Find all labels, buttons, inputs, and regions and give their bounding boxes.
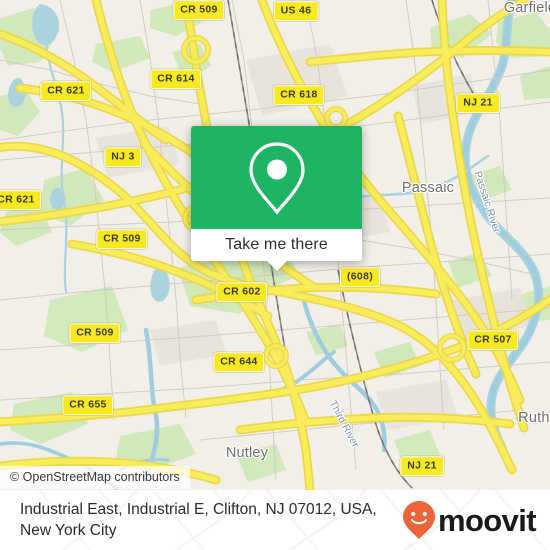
moovit-pin-icon: [402, 501, 435, 539]
moovit-logo[interactable]: moovit: [402, 500, 537, 540]
road-shield: NJ 21: [400, 456, 444, 476]
road-shield: (608): [339, 267, 381, 287]
moovit-map-screenshot: GarfieldPassaicNutleyRuthePassaic RiverT…: [0, 0, 550, 550]
road-shield: NJ 21: [456, 93, 500, 113]
address-text: Industrial East, Industrial E, Clifton, …: [20, 499, 377, 541]
map-attribution[interactable]: © OpenStreetMap contributors: [0, 466, 190, 489]
road-shield: CR 621: [0, 190, 42, 210]
road-shield: CR 509: [69, 323, 121, 343]
road-shield: CR 614: [150, 69, 202, 89]
road-shield: CR 655: [62, 395, 114, 415]
road-shield: CR 618: [273, 85, 325, 105]
map-viewport[interactable]: GarfieldPassaicNutleyRuthePassaic RiverT…: [0, 0, 550, 490]
footer-bar: Industrial East, Industrial E, Clifton, …: [0, 490, 550, 550]
road-shield: CR 507: [467, 330, 519, 350]
road-shield: US 46: [273, 1, 319, 21]
callout-footer[interactable]: Take me there: [191, 229, 362, 271]
callout-tail-pointer: [266, 261, 287, 271]
location-pin-icon: [248, 141, 305, 215]
moovit-wordmark: moovit: [437, 502, 537, 538]
address-line-1: Industrial East, Industrial E, Clifton, …: [20, 501, 377, 518]
road-shield: CR 621: [40, 81, 92, 101]
road-shield: CR 602: [216, 282, 268, 302]
road-shield: CR 509: [173, 0, 225, 20]
callout-header: [191, 126, 362, 229]
road-shield: CR 509: [96, 229, 148, 249]
location-callout-card[interactable]: Take me there: [191, 126, 362, 271]
road-shield: CR 644: [213, 352, 265, 372]
road-shield: NJ 3: [104, 147, 142, 167]
address-line-2: New York City: [20, 522, 117, 539]
take-me-there-label: Take me there: [225, 236, 328, 253]
